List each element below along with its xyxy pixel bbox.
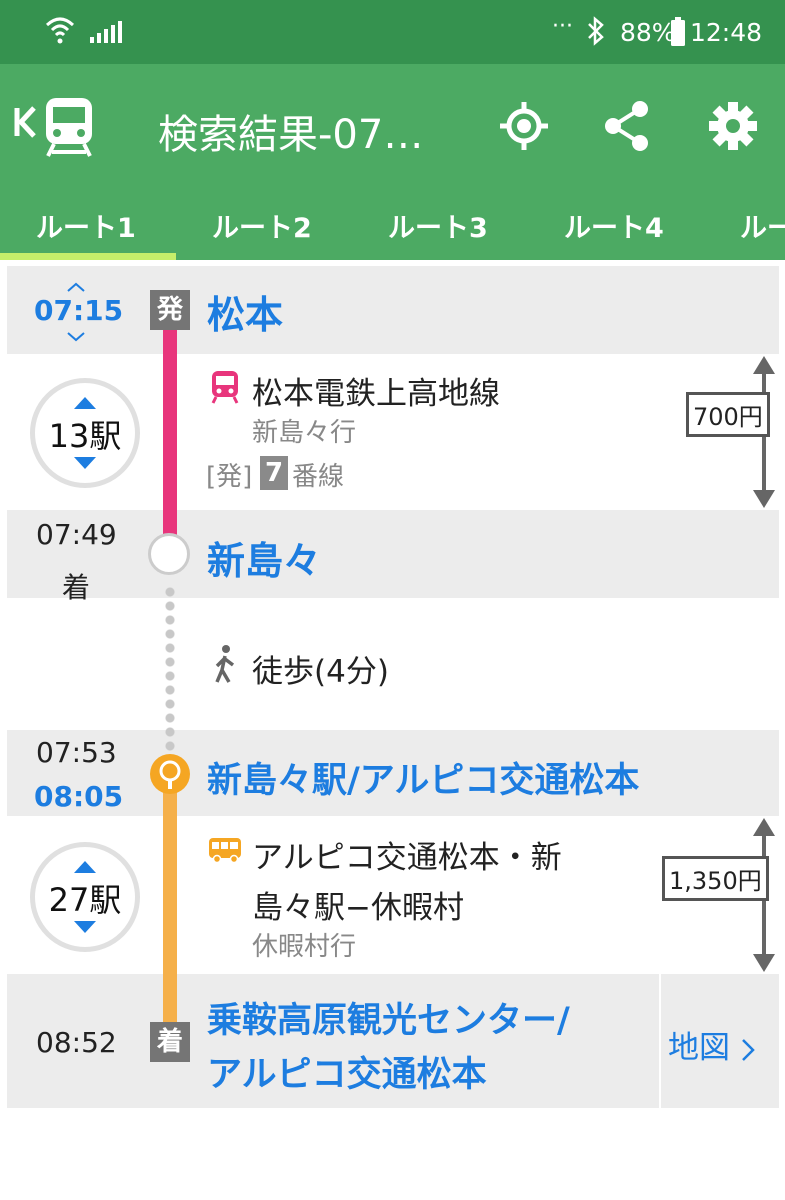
notification-dots: ··· xyxy=(552,14,573,39)
platform-number-badge: 7 xyxy=(260,456,288,490)
page-title: 検索結果-07… xyxy=(158,112,424,158)
chevron-right-icon xyxy=(741,1038,755,1061)
back-train-icon[interactable] xyxy=(12,92,98,166)
tab-route-4[interactable]: ルート4 xyxy=(564,206,664,245)
fare-1: 700円 xyxy=(686,392,770,437)
platform-suffix: 番線 xyxy=(292,462,345,492)
depart-badge: 発 xyxy=(150,290,190,330)
arrive-label-1: 着 xyxy=(62,571,91,604)
line-segment-rail xyxy=(163,330,177,535)
walk-dotted-line xyxy=(164,585,176,755)
direction-2: 休暇村行 xyxy=(252,932,357,962)
route-tabs: ルート1 ルート2 ルート3 ルート4 ルー xyxy=(0,194,785,260)
transfer-node-1 xyxy=(148,533,190,575)
arrival-station-line-2[interactable]: アルピコ交通松本 xyxy=(207,1046,487,1097)
signal-icon xyxy=(90,20,122,48)
line-name-2b: 島々駅−休暇村 xyxy=(252,890,464,926)
depart-time-2[interactable]: 08:05 xyxy=(34,780,123,813)
arrive-time-2: 07:53 xyxy=(36,736,117,769)
tab-route-1[interactable]: ルート1 xyxy=(36,206,136,245)
line-name-2a: アルピコ交通松本・新 xyxy=(252,840,562,876)
bus-icon xyxy=(208,836,244,868)
bus-stop-node-icon xyxy=(148,752,192,800)
platform-prefix: [発] xyxy=(206,462,253,492)
transfer-station-2[interactable]: 新島々駅/アルピコ交通松本 xyxy=(207,752,639,803)
gear-icon[interactable] xyxy=(708,100,758,156)
tab-indicator xyxy=(0,253,176,260)
tab-route-5[interactable]: ルー xyxy=(740,206,785,245)
wifi-icon xyxy=(44,14,76,50)
stop-count-circle-1[interactable]: 13駅 xyxy=(30,378,140,488)
clock: 12:48 xyxy=(690,18,763,47)
fare-2: 1,350円 xyxy=(662,856,769,901)
stop-count-1: 13駅 xyxy=(48,417,122,455)
stop-count-2: 27駅 xyxy=(48,881,122,919)
train-icon xyxy=(210,370,240,408)
walk-icon xyxy=(212,644,238,688)
arrive-time-1: 07:49 xyxy=(36,518,117,551)
arrive-badge: 着 xyxy=(150,1022,190,1062)
time-adjust-icon[interactable] xyxy=(66,282,86,346)
share-icon[interactable] xyxy=(603,100,651,156)
status-bar: ··· 88% 12:48 xyxy=(0,0,785,64)
battery-icon xyxy=(670,17,686,51)
stop-count-circle-2[interactable]: 27駅 xyxy=(30,842,140,952)
walk-label: 徒歩(4分) xyxy=(252,654,389,690)
line-segment-bus xyxy=(163,790,177,1030)
tab-route-2[interactable]: ルート2 xyxy=(212,206,312,245)
tab-route-3[interactable]: ルート3 xyxy=(388,206,488,245)
bluetooth-icon xyxy=(586,16,606,50)
transfer-row-1[interactable] xyxy=(7,510,779,598)
app-bar: 検索結果-07… ルート1 ルート2 ルート3 ルート4 ルー xyxy=(0,64,785,260)
arrival-station-line-1[interactable]: 乗鞍高原観光センター/ xyxy=(207,992,570,1043)
direction-1: 新島々行 xyxy=(252,418,357,448)
line-name-1: 松本電鉄上高地線 xyxy=(252,376,500,412)
battery-percent: 88% xyxy=(620,18,676,47)
map-link-label: 地図 xyxy=(668,1030,730,1066)
transfer-station-1[interactable]: 新島々 xyxy=(207,530,321,585)
location-icon[interactable] xyxy=(498,100,550,156)
arrival-time: 08:52 xyxy=(36,1026,117,1059)
map-link[interactable]: 地図 xyxy=(668,1022,756,1067)
departure-station[interactable]: 松本 xyxy=(207,284,283,339)
